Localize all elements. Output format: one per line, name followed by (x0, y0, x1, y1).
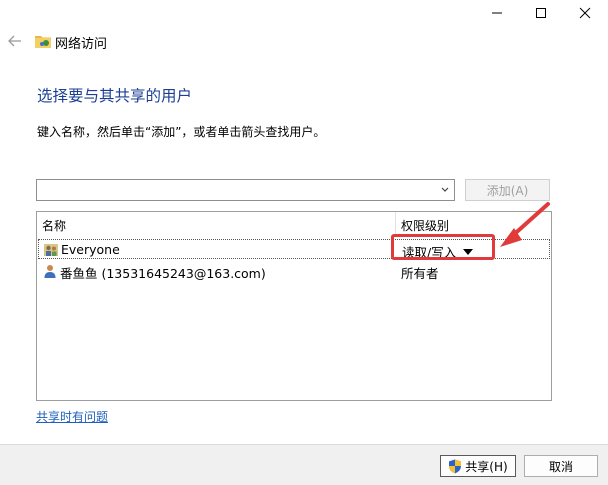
chevron-down-icon[interactable] (440, 185, 450, 195)
window-title: 网络访问 (55, 37, 108, 52)
close-button[interactable] (562, 0, 608, 26)
share-button[interactable]: 共享(H) (440, 455, 516, 477)
column-header-name[interactable]: 名称 (42, 217, 66, 234)
user-icon (44, 265, 56, 278)
back-arrow-icon[interactable] (6, 32, 24, 50)
row-name: 番鱼鱼 (13531645243@163.com) (60, 266, 266, 281)
group-icon (44, 244, 58, 256)
row-permission: 所有者 (401, 266, 439, 281)
maximize-button[interactable] (518, 0, 564, 26)
instruction-text: 键入名称，然后单击“添加”，或者单击箭头查找用户。 (37, 125, 326, 139)
dialog-footer: 共享(H) 取消 (0, 444, 608, 485)
column-header-permission[interactable]: 权限级别 (401, 217, 449, 234)
cancel-button[interactable]: 取消 (524, 455, 598, 477)
sharing-help-link[interactable]: 共享时有问题 (36, 408, 108, 425)
annotation-highlight-box (391, 234, 495, 260)
shared-folder-icon (35, 36, 51, 48)
share-button-label: 共享(H) (465, 459, 508, 474)
user-name-input[interactable] (39, 181, 433, 201)
page-title: 选择要与其共享的用户 (37, 87, 193, 105)
add-button[interactable]: 添加(A) (465, 179, 550, 201)
column-divider (395, 212, 396, 234)
minimize-icon (492, 12, 502, 14)
minimize-button[interactable] (474, 0, 520, 26)
title-bar: 网络访问 (0, 30, 608, 56)
uac-shield-icon (449, 459, 462, 473)
maximize-icon (536, 8, 546, 18)
user-name-combobox[interactable] (36, 179, 455, 201)
user-list: 名称 权限级别 Everyone 读取/写入 番鱼鱼 (13531645243@… (36, 211, 552, 401)
close-icon (579, 7, 591, 19)
row-name: Everyone (61, 242, 120, 257)
list-row-owner[interactable]: 番鱼鱼 (13531645243@163.com) 所有者 (38, 261, 550, 281)
